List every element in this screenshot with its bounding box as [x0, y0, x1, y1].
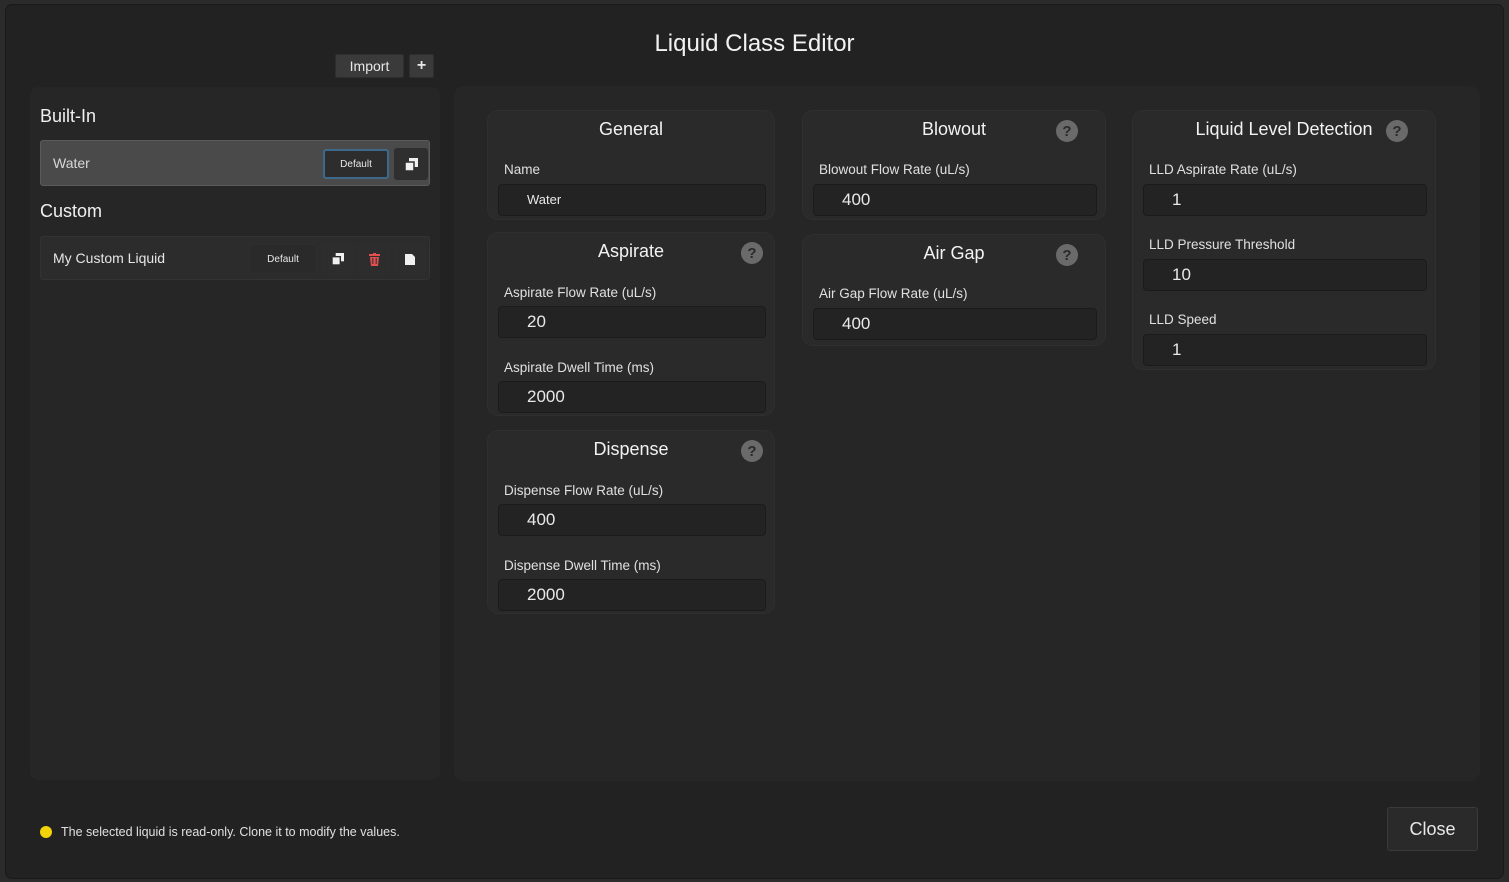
dispense-flow-rate-label: Dispense Flow Rate (uL/s) [504, 483, 664, 498]
air-gap-flow-rate-input[interactable]: 400 [813, 308, 1097, 340]
clone-icon [332, 253, 344, 265]
help-icon[interactable]: ? [1056, 244, 1078, 266]
aspirate-title: Aspirate [597, 241, 665, 261]
lld-pressure-threshold-label: LLD Pressure Threshold [1149, 237, 1296, 252]
lld-aspirate-rate-input[interactable]: 1 [1143, 184, 1427, 216]
aspirate-flow-rate-label: Aspirate Flow Rate (uL/s) [504, 285, 657, 300]
general-title: General [598, 119, 664, 139]
air-gap-flow-rate-label: Air Gap Flow Rate (uL/s) [819, 286, 968, 301]
aspirate-flow-rate-input[interactable]: 20 [498, 306, 766, 338]
help-icon[interactable]: ? [1386, 120, 1408, 142]
general-card: General Name Water [488, 111, 774, 219]
status-message: The selected liquid is read-only. Clone … [40, 825, 400, 839]
dispense-dwell-time-label: Dispense Dwell Time (ms) [504, 558, 661, 573]
dialog-title: Liquid Class Editor [654, 30, 855, 57]
default-button[interactable]: Default [323, 149, 389, 179]
lld-card: Liquid Level Detection ? LLD Aspirate Ra… [1133, 111, 1435, 369]
help-icon[interactable]: ? [741, 242, 763, 264]
blowout-flow-rate-input[interactable]: 400 [813, 184, 1097, 216]
lld-pressure-threshold-input[interactable]: 10 [1143, 259, 1427, 291]
builtin-heading: Built-In [40, 106, 97, 126]
liquid-item-name: Water [53, 155, 90, 171]
trash-icon [368, 252, 380, 266]
liquid-item-water[interactable]: Water Default [40, 140, 430, 186]
delete-button[interactable] [358, 244, 390, 274]
clone-button[interactable] [394, 148, 428, 180]
aspirate-dwell-time-label: Aspirate Dwell Time (ms) [504, 360, 655, 375]
liquid-settings-panel: General Name Water Aspirate ? Aspirate F… [454, 86, 1480, 781]
blowout-card: Blowout ? Blowout Flow Rate (uL/s) 400 [803, 111, 1105, 219]
liquid-item-name: My Custom Liquid [53, 250, 166, 266]
dispense-dwell-time-input[interactable]: 2000 [498, 579, 766, 611]
export-button[interactable] [394, 244, 426, 274]
dispense-card: Dispense ? Dispense Flow Rate (uL/s) 400… [488, 431, 774, 613]
name-input[interactable]: Water [498, 184, 766, 216]
liquid-list-panel [30, 87, 440, 780]
liquid-item-my-custom-liquid[interactable]: My Custom Liquid Default [40, 236, 430, 280]
name-label: Name [504, 162, 541, 177]
help-icon[interactable]: ? [741, 440, 763, 462]
custom-heading: Custom [40, 201, 103, 221]
clone-icon [404, 157, 418, 171]
dispense-flow-rate-input[interactable]: 400 [498, 504, 766, 536]
lld-speed-input[interactable]: 1 [1143, 334, 1427, 366]
blowout-flow-rate-label: Blowout Flow Rate (uL/s) [819, 162, 970, 177]
warning-dot-icon [40, 826, 52, 838]
dispense-title: Dispense [593, 439, 669, 459]
help-icon[interactable]: ? [1056, 120, 1078, 142]
lld-aspirate-rate-label: LLD Aspirate Rate (uL/s) [1149, 162, 1297, 177]
air-gap-card: Air Gap ? Air Gap Flow Rate (uL/s) 400 [803, 235, 1105, 345]
clone-button[interactable] [322, 244, 354, 274]
aspirate-card: Aspirate ? Aspirate Flow Rate (uL/s) 20 … [488, 233, 774, 415]
aspirate-dwell-time-input[interactable]: 2000 [498, 381, 766, 413]
import-button[interactable]: Import [335, 54, 404, 78]
lld-speed-label: LLD Speed [1149, 312, 1217, 327]
default-button[interactable]: Default [249, 244, 317, 274]
close-button[interactable]: Close [1387, 807, 1478, 851]
status-text: The selected liquid is read-only. Clone … [61, 825, 400, 839]
file-icon [405, 253, 415, 265]
add-liquid-button[interactable]: + [409, 54, 434, 78]
